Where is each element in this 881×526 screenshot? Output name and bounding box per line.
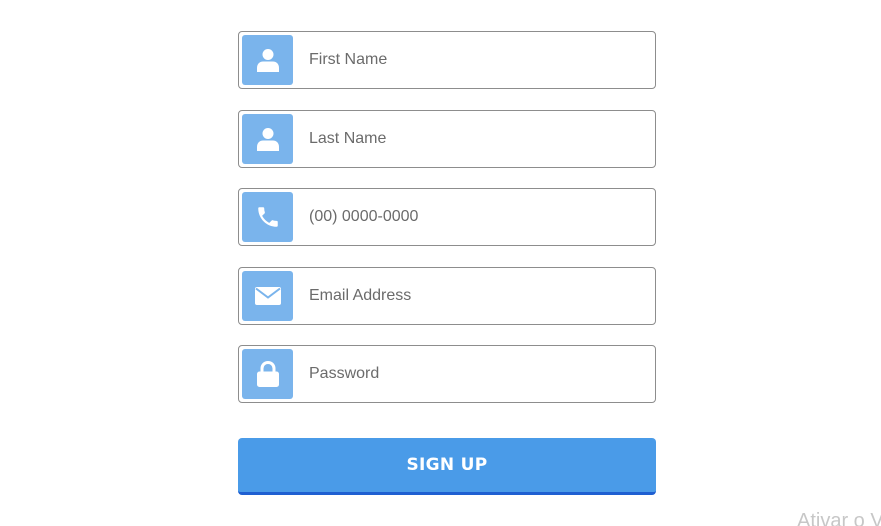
envelope-icon <box>242 270 293 321</box>
email-input[interactable] <box>301 267 649 324</box>
sign-up-button[interactable]: SIGN UP <box>238 438 656 495</box>
last-name-input[interactable] <box>301 110 649 167</box>
first-name-field[interactable] <box>238 31 656 89</box>
user-icon <box>242 35 293 85</box>
email-field[interactable] <box>238 266 656 325</box>
lock-icon <box>242 349 293 399</box>
phone-icon <box>242 192 293 242</box>
phone-field[interactable] <box>238 188 656 246</box>
phone-input[interactable] <box>301 189 649 245</box>
password-field[interactable] <box>238 345 656 403</box>
user-icon <box>242 113 293 164</box>
last-name-field[interactable] <box>238 109 656 168</box>
first-name-input[interactable] <box>301 32 649 88</box>
activation-watermark: Ativar o V <box>797 510 881 526</box>
signup-form <box>238 31 656 424</box>
password-input[interactable] <box>301 346 649 402</box>
